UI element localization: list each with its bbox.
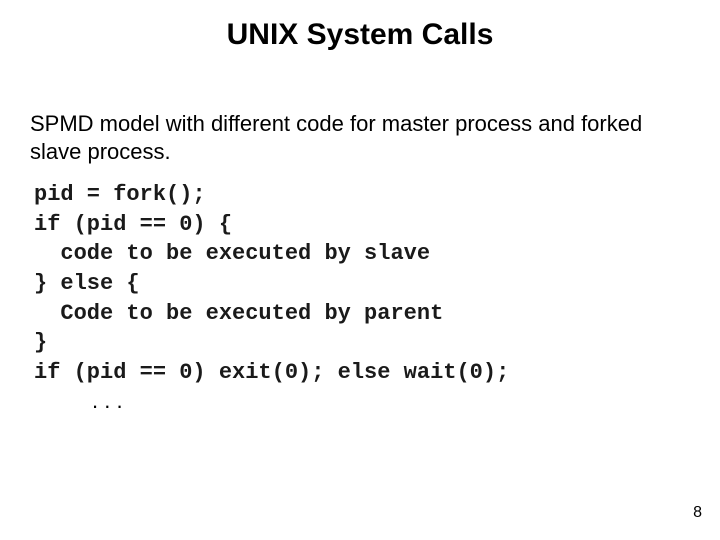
page-number: 8 (693, 504, 702, 522)
code-line: } else { (34, 271, 140, 296)
code-line: } (34, 330, 47, 355)
page-title: UNIX System Calls (0, 18, 720, 52)
code-line: if (pid == 0) { (34, 212, 232, 237)
vertical-ellipsis-icon: . . . (92, 396, 123, 406)
slide: UNIX System Calls SPMD model with differ… (0, 0, 720, 540)
code-block: pid = fork(); if (pid == 0) { code to be… (34, 180, 509, 388)
body-paragraph: SPMD model with different code for maste… (30, 110, 680, 165)
code-line: code to be executed by slave (34, 241, 430, 266)
code-line: pid = fork(); (34, 182, 206, 207)
code-line: Code to be executed by parent (34, 301, 443, 326)
code-line: if (pid == 0) exit(0); else wait(0); (34, 360, 509, 385)
